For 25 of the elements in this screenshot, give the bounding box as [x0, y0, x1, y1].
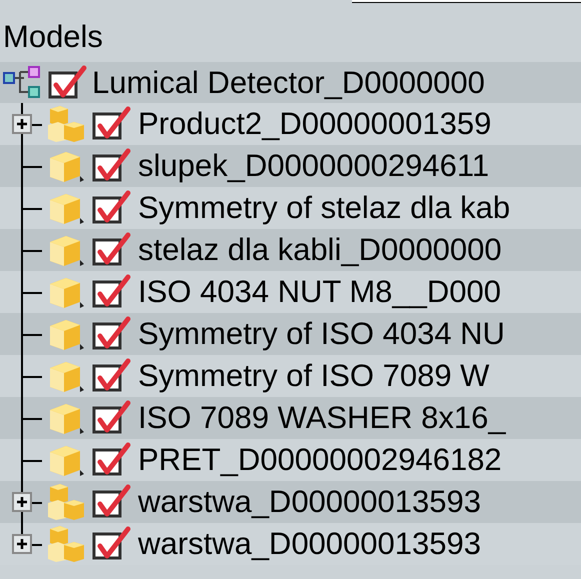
tree-item-label[interactable]: Symmetry of stelaz dla kab: [138, 190, 510, 226]
panel-title: Models: [3, 19, 103, 54]
checkbox[interactable]: [92, 358, 132, 394]
checkbox[interactable]: [92, 190, 132, 226]
checkbox[interactable]: [92, 316, 132, 352]
tree-item-label[interactable]: warstwa_D00000013593: [138, 526, 481, 562]
checkbox[interactable]: [48, 64, 88, 100]
expand-icon[interactable]: [12, 492, 32, 512]
checkbox[interactable]: [92, 400, 132, 436]
cubes-icon: [46, 525, 86, 563]
tree-item-label[interactable]: PRET_D00000002946182: [138, 442, 502, 478]
cubes-icon: [46, 483, 86, 521]
checkbox[interactable]: [92, 526, 132, 562]
checkbox[interactable]: [92, 232, 132, 268]
checkbox[interactable]: [92, 442, 132, 478]
cubes-icon: [46, 105, 86, 143]
checkbox[interactable]: [92, 148, 132, 184]
expand-icon[interactable]: [12, 534, 32, 554]
checkbox[interactable]: [92, 106, 132, 142]
checkbox[interactable]: [92, 274, 132, 310]
tree-item-label[interactable]: Symmetry of ISO 7089 W: [138, 358, 490, 394]
tree-item-label[interactable]: Product2_D00000001359: [138, 106, 492, 142]
checkbox[interactable]: [92, 484, 132, 520]
tree-item-label[interactable]: ISO 4034 NUT M8__D000: [138, 274, 502, 310]
expand-icon[interactable]: [12, 114, 32, 134]
